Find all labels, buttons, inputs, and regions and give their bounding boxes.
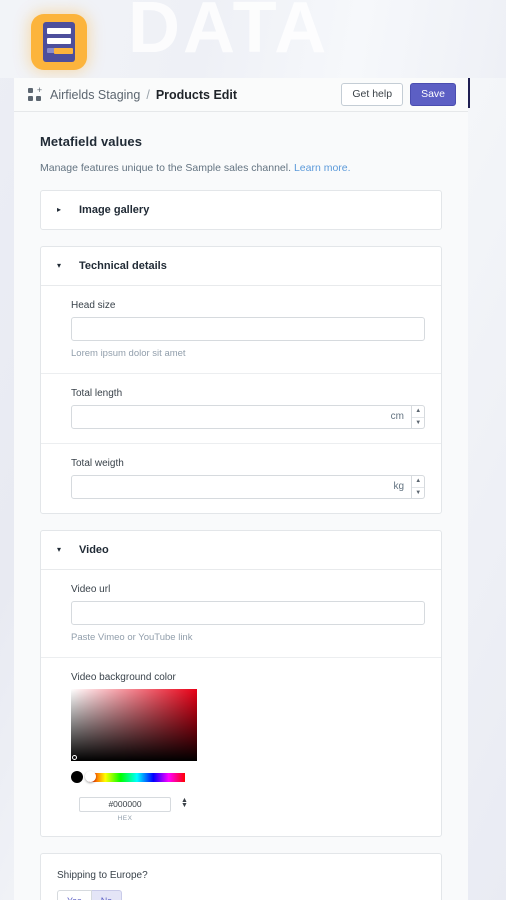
page-title: Metafield values	[40, 134, 143, 149]
get-help-button[interactable]: Get help	[341, 82, 404, 107]
total-length-input[interactable]	[71, 405, 413, 429]
section-image-gallery: ▸ Image gallery	[40, 190, 442, 230]
splash-header: DATA	[0, 0, 506, 78]
image-gallery-title: Image gallery	[79, 204, 150, 216]
technical-details-body: Head size Lorem ipsum dolor sit amet Tot…	[41, 285, 441, 513]
field-head-size: Head size Lorem ipsum dolor sit amet	[41, 286, 441, 374]
page-subtitle: Manage features unique to the Sample sal…	[40, 162, 442, 174]
video-url-input[interactable]	[71, 601, 425, 625]
document-glyph	[43, 22, 75, 62]
shipping-option-yes[interactable]: Yes	[57, 890, 92, 900]
chevron-down-icon: ▾	[57, 545, 62, 554]
color-picker-hex-row: ▲ ▼	[71, 794, 425, 812]
doc-line-2	[47, 38, 71, 44]
color-picker-hue-row	[71, 771, 425, 783]
top-navigation: + Airfields Staging / Products Edit Get …	[14, 78, 468, 112]
head-size-help: Lorem ipsum dolor sit amet	[71, 348, 186, 359]
data-app-icon	[31, 14, 87, 70]
breadcrumb-page-title: Products Edit	[155, 87, 238, 102]
add-app-grid-icon[interactable]: +	[28, 85, 42, 102]
head-size-input[interactable]	[71, 317, 425, 341]
section-shipping: Shipping to Europe? Yes No	[40, 853, 442, 900]
chevron-right-icon: ▸	[57, 205, 62, 214]
video-url-help: Paste Vimeo or YouTube link	[71, 632, 193, 643]
save-button[interactable]: Save	[410, 82, 456, 107]
hex-input[interactable]	[79, 796, 171, 812]
field-video-background-color: Video background color #000000 ▲ ▼ HEX	[41, 658, 441, 836]
video-title: Video	[79, 544, 109, 556]
stepper-down-icon[interactable]: ▼	[412, 488, 424, 499]
shipping-field: Shipping to Europe? Yes No	[41, 854, 441, 900]
total-weight-input[interactable]	[71, 475, 413, 499]
stepper-down-icon[interactable]: ▼	[412, 418, 424, 429]
image-gallery-accordion-header[interactable]: ▸ Image gallery	[41, 191, 441, 229]
page-subtitle-text: Manage features unique to the Sample sal…	[40, 162, 292, 174]
shipping-option-no[interactable]: No	[91, 890, 123, 900]
total-weight-control: kg ▲ ▼	[71, 475, 425, 499]
total-weight-unit: kg	[393, 481, 404, 492]
total-weight-label: Total weigth	[71, 458, 124, 469]
field-video-url: Video url Paste Vimeo or YouTube link	[41, 570, 441, 658]
field-total-length: Total length cm ▲ ▼	[41, 374, 441, 444]
stepper-up-icon[interactable]: ▲	[412, 406, 424, 418]
section-video: ▾ Video Video url Paste Vimeo or YouTube…	[40, 530, 442, 837]
learn-more-link[interactable]: Learn more.	[294, 162, 351, 174]
sv-knob-icon[interactable]	[72, 755, 77, 760]
total-length-stepper[interactable]: ▲ ▼	[412, 405, 425, 429]
doc-line-1	[47, 28, 71, 34]
chevron-down-icon: ▾	[57, 261, 62, 270]
section-technical-details: ▾ Technical details Head size Lorem ipsu…	[40, 246, 442, 514]
video-url-label: Video url	[71, 584, 111, 595]
hue-slider[interactable]	[85, 771, 185, 782]
saturation-value-area[interactable]	[71, 689, 197, 761]
hex-format-toggle-icon[interactable]: ▲ ▼	[181, 797, 188, 809]
breadcrumb-shop[interactable]: Airfields Staging	[50, 88, 140, 102]
technical-details-accordion-header[interactable]: ▾ Technical details	[41, 247, 441, 285]
video-accordion-header[interactable]: ▾ Video	[41, 531, 441, 569]
shipping-choice-group: Yes No	[57, 890, 425, 900]
technical-details-title: Technical details	[79, 260, 167, 272]
data-watermark: DATA	[128, 0, 330, 68]
stepper-up-icon[interactable]: ▲	[412, 476, 424, 488]
head-size-label: Head size	[71, 300, 116, 311]
total-length-control: cm ▲ ▼	[71, 405, 425, 429]
hue-slider-handle[interactable]	[85, 771, 96, 782]
field-total-weight: Total weigth kg ▲ ▼	[41, 444, 441, 513]
color-picker: ▲ ▼ HEX	[71, 689, 425, 822]
hex-input-wrap	[79, 794, 171, 812]
doc-highlight	[54, 48, 73, 54]
total-length-label: Total length	[71, 388, 123, 399]
topnav-actions: Get help Save	[341, 82, 456, 107]
video-background-color-label: Video background color	[71, 672, 176, 683]
shipping-label: Shipping to Europe?	[57, 870, 148, 881]
hex-caption: HEX	[117, 815, 133, 822]
chevron-down-icon: ▼	[181, 802, 188, 809]
breadcrumb-separator: /	[146, 87, 150, 102]
page-content: Metafield values Manage features unique …	[14, 112, 468, 900]
total-length-unit: cm	[390, 411, 404, 422]
total-weight-stepper[interactable]: ▲ ▼	[412, 475, 425, 499]
app-frame: + Airfields Staging / Products Edit Get …	[14, 78, 468, 900]
video-body: Video url Paste Vimeo or YouTube link Vi…	[41, 569, 441, 836]
current-color-swatch	[71, 771, 83, 783]
